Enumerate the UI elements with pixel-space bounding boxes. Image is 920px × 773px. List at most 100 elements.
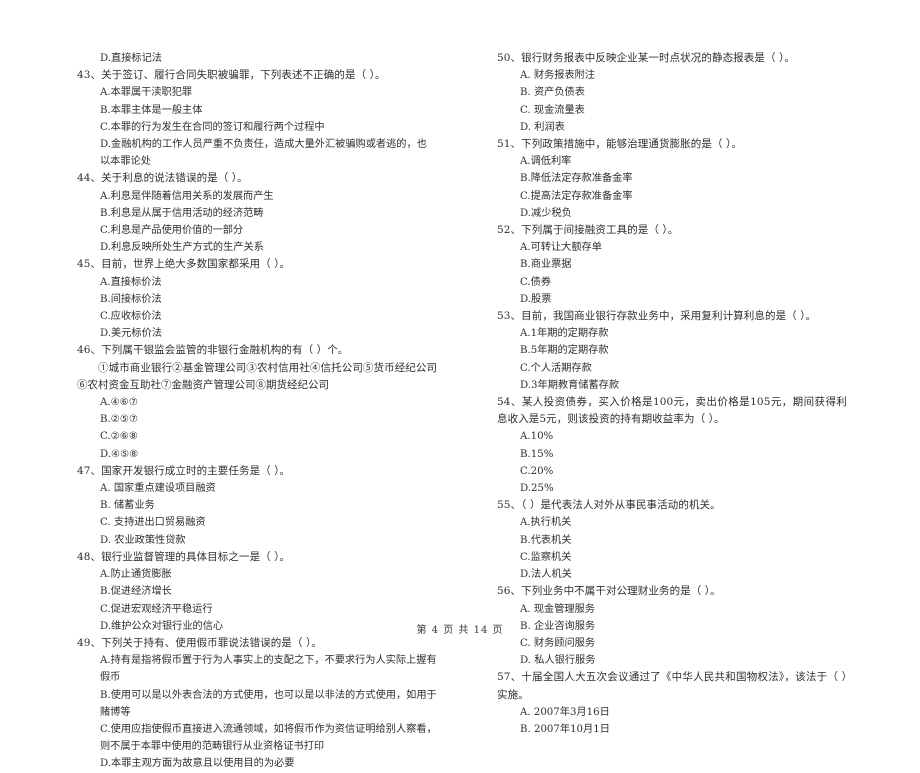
question-number: 45、 bbox=[77, 258, 102, 271]
question-option[interactable]: D. 农业政策性贷款 bbox=[77, 532, 437, 549]
question-option[interactable]: C. 现金流量表 bbox=[497, 102, 847, 119]
question-option[interactable]: D.④⑤⑧ bbox=[77, 446, 437, 463]
question-option[interactable]: C.个人活期存款 bbox=[497, 360, 847, 377]
question-option[interactable]: C. 支持进出口贸易融资 bbox=[77, 514, 437, 531]
question-option[interactable]: B.促进经济增长 bbox=[77, 583, 437, 600]
exam-page: D.直接标记法 43、关于签订、履行合同失职被骗罪，下列表述不正确的是（ ）。 A… bbox=[0, 0, 920, 769]
question-text: 下列政策措施中，能够治理通货膨胀的是（ ）。 bbox=[521, 138, 742, 151]
question-option[interactable]: C.促进宏观经济平稳运行 bbox=[77, 601, 437, 618]
question-stem: 43、关于签订、履行合同失职被骗罪，下列表述不正确的是（ ）。 bbox=[77, 67, 437, 84]
question-option[interactable]: B. 储蓄业务 bbox=[77, 497, 437, 514]
question-number: 46、 bbox=[77, 344, 102, 357]
question-block: 49、下列关于持有、使用假币罪说法错误的是（ ）。 A.持有是指将假币置于行为人事… bbox=[77, 635, 437, 773]
question-option[interactable]: B.本罪主体是一般主体 bbox=[77, 102, 437, 119]
question-option[interactable]: A.执行机关 bbox=[497, 514, 847, 531]
question-option[interactable]: B.5年期的定期存款 bbox=[497, 342, 847, 359]
question-option[interactable]: A.直接标价法 bbox=[77, 274, 437, 291]
question-option[interactable]: D. 利润表 bbox=[497, 119, 847, 136]
question-option[interactable]: C.利息是产品使用价值的一部分 bbox=[77, 222, 437, 239]
question-block: 55、（ ）是代表法人对外从事民事活动的机关。 A.执行机关 B.代表机关 C.监察机… bbox=[497, 497, 847, 583]
question-option[interactable]: A. 2007年3月16日 bbox=[497, 704, 847, 721]
question-text: 关于利息的说法错误的是（ ）。 bbox=[101, 172, 248, 185]
question-stem: 53、目前，我国商业银行存款业务中，采用复利计算利息的是（ ）。 bbox=[497, 308, 847, 325]
question-number: 57、 bbox=[497, 671, 522, 684]
question-number: 50、 bbox=[497, 52, 522, 64]
question-option[interactable]: A.本罪属干渎职犯罪 bbox=[77, 84, 437, 101]
question-option[interactable]: B.15% bbox=[497, 446, 847, 463]
question-stem: 56、下列业务中不属干对公理财业务的是（ ）。 bbox=[497, 583, 847, 600]
question-option[interactable]: D.美元标价法 bbox=[77, 325, 437, 342]
question-number: 47、 bbox=[77, 464, 102, 477]
question-option[interactable]: B.间接标价法 bbox=[77, 291, 437, 308]
question-option[interactable]: C.提高法定存款准备金率 bbox=[497, 188, 847, 205]
question-option[interactable]: D.减少税负 bbox=[497, 205, 847, 222]
question-number: 48、 bbox=[77, 550, 102, 563]
question-text: 银行财务报表中反映企业某一时点状况的静态报表是（ ）。 bbox=[521, 52, 795, 64]
question-stem: 46、下列属干银监会监管的非银行金融机构的有（ ）个。 bbox=[77, 342, 437, 359]
question-option[interactable]: D. 私人银行服务 bbox=[497, 652, 847, 669]
question-number: 52、 bbox=[497, 224, 522, 237]
question-subtext: ①城市商业银行②基金管理公司③农村信用社④信托公司⑤货币经纪公司⑥农村资金互助社… bbox=[77, 361, 437, 391]
question-option[interactable]: A.1年期的定期存款 bbox=[497, 325, 847, 342]
question-option[interactable]: B.使用可以是以外表合法的方式使用，也可以是以非法的方式使用，如用于赌博等 bbox=[77, 687, 437, 721]
question-option[interactable]: B.代表机关 bbox=[497, 532, 847, 549]
question-option[interactable]: B. 2007年10月1日 bbox=[497, 721, 847, 738]
question-option[interactable]: A. 现金管理服务 bbox=[497, 601, 847, 618]
question-option[interactable]: C.债券 bbox=[497, 274, 847, 291]
question-option[interactable]: B. 资产负债表 bbox=[497, 84, 847, 101]
question-option[interactable]: D.25% bbox=[497, 480, 847, 497]
left-column: D.直接标记法 43、关于签订、履行合同失职被骗罪，下列表述不正确的是（ ）。 A… bbox=[40, 50, 440, 773]
question-option[interactable]: B.利息是从属于信用活动的经济范畴 bbox=[77, 205, 437, 222]
question-option[interactable]: D.本罪主观方面为故意且以使用目的为必要 bbox=[77, 755, 437, 772]
question-option[interactable]: D.法人机关 bbox=[497, 566, 847, 583]
question-text: 下列业务中不属干对公理财业务的是（ ）。 bbox=[521, 585, 721, 598]
question-option[interactable]: A.防止通货膨胀 bbox=[77, 566, 437, 583]
question-option[interactable]: B.降低法定存款准备金率 bbox=[497, 170, 847, 187]
question-option[interactable]: A.④⑥⑦ bbox=[77, 394, 437, 411]
question-option[interactable]: D.金融机构的工作人员严重不负责任，造成大量外汇被骗购或者逃的，也以本罪论处 bbox=[77, 136, 437, 170]
question-number: 43、 bbox=[77, 69, 102, 82]
question-number: 56、 bbox=[497, 585, 522, 598]
question-stem: 51、下列政策措施中，能够治理通货膨胀的是（ ）。 bbox=[497, 136, 847, 153]
question-option[interactable]: B.商业票据 bbox=[497, 256, 847, 273]
question-option[interactable]: A.可转让大额存单 bbox=[497, 239, 847, 256]
question-option[interactable]: C.②⑥⑧ bbox=[77, 428, 437, 445]
question-text: 下列属干银监会监管的非银行金融机构的有（ ）个。 bbox=[101, 344, 349, 357]
question-option[interactable]: C.使用应指使假币直接进入流通领域，如将假币作为资信证明给别人察看，则不属于本罪… bbox=[77, 721, 437, 755]
question-option[interactable]: D.股票 bbox=[497, 291, 847, 308]
question-option[interactable]: A.调低利率 bbox=[497, 153, 847, 170]
question-number: 55、 bbox=[497, 499, 522, 512]
question-stem: 55、（ ）是代表法人对外从事民事活动的机关。 bbox=[497, 497, 847, 514]
question-option[interactable]: A. 财务报表附注 bbox=[497, 67, 847, 84]
question-text: 国家开发银行成立时的主要任务是（ ）。 bbox=[101, 464, 291, 477]
question-option[interactable]: A. 国家重点建设项目融资 bbox=[77, 480, 437, 497]
question-block: 57、十届全国人大五次会议通过了《中华人民共和国物权法》，该法于（ ）实施。 A.… bbox=[497, 669, 847, 738]
question-option[interactable]: C.监察机关 bbox=[497, 549, 847, 566]
question-option[interactable]: A.持有是指将假币置于行为人事实上的支配之下，不要求行为人实际上握有假币 bbox=[77, 652, 437, 686]
question-text: 下列关于持有、使用假币罪说法错误的是（ ）。 bbox=[101, 636, 322, 649]
question-number: 44、 bbox=[77, 172, 102, 185]
question-option[interactable]: C.应收标价法 bbox=[77, 308, 437, 325]
question-block: 47、国家开发银行成立时的主要任务是（ ）。 A. 国家重点建设项目融资 B. 储蓄… bbox=[77, 463, 437, 549]
question-option[interactable]: D.利息反映所处生产方式的生产关系 bbox=[77, 239, 437, 256]
question-option[interactable]: A.10% bbox=[497, 428, 847, 445]
question-option[interactable]: C.本罪的行为发生在合同的签订和履行两个过程中 bbox=[77, 119, 437, 136]
question-option[interactable]: C.20% bbox=[497, 463, 847, 480]
question-number: 54、 bbox=[497, 396, 522, 409]
question-option[interactable]: D.3年期教育储蓄存款 bbox=[497, 377, 847, 394]
question-block: 43、关于签订、履行合同失职被骗罪，下列表述不正确的是（ ）。 A.本罪属干渎职犯… bbox=[77, 67, 437, 170]
question-block: 44、关于利息的说法错误的是（ ）。 A.利息是伴随着信用关系的发展而产生 B.利息… bbox=[77, 170, 437, 256]
question-stem: 45、目前，世界上绝大多数国家都采用（ ）。 bbox=[77, 256, 437, 273]
question-option[interactable]: B.②⑤⑦ bbox=[77, 411, 437, 428]
two-column-layout: D.直接标记法 43、关于签订、履行合同失职被骗罪，下列表述不正确的是（ ）。 A… bbox=[40, 50, 880, 773]
question-text: 目前，我国商业银行存款业务中，采用复利计算利息的是（ ）。 bbox=[521, 310, 817, 323]
question-number: 53、 bbox=[497, 310, 522, 323]
question-stem: 52、下列属于间接融资工具的是（ ）。 bbox=[497, 222, 847, 239]
page-footer: 第 4 页 共 14 页 bbox=[416, 625, 504, 636]
question-text: （ ）是代表法人对外从事民事活动的机关。 bbox=[521, 499, 721, 512]
question-option[interactable]: A.利息是伴随着信用关系的发展而产生 bbox=[77, 188, 437, 205]
question-text: 目前，世界上绝大多数国家都采用（ ）。 bbox=[101, 258, 291, 271]
question-text: 十届全国人大五次会议通过了《中华人民共和国物权法》，该法于（ ）实施。 bbox=[497, 671, 847, 701]
question-block: 52、下列属于间接融资工具的是（ ）。 A.可转让大额存单 B.商业票据 C.债券 D.… bbox=[497, 222, 847, 308]
question-number: 51、 bbox=[497, 138, 522, 151]
